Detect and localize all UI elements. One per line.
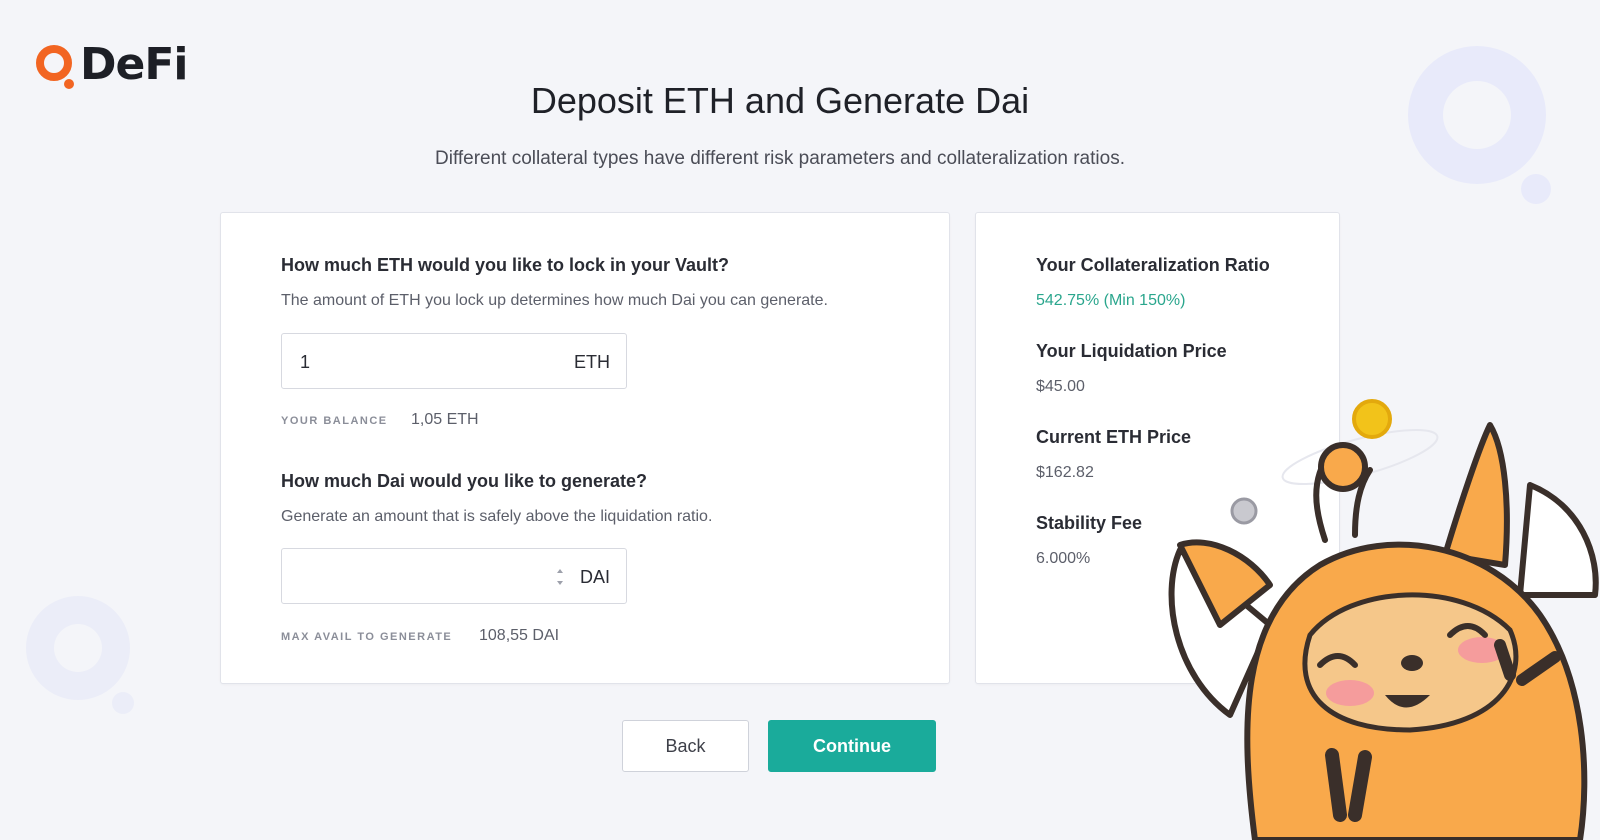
dai-amount-input[interactable]: DAI xyxy=(281,548,627,604)
eth-unit-label: ETH xyxy=(574,352,610,372)
continue-button[interactable]: Continue xyxy=(768,720,936,772)
liquidation-price-label: Your Liquidation Price xyxy=(1036,341,1227,361)
balance-value: 1,05 ETH xyxy=(411,411,479,428)
decor-ring-bottom-left-hole xyxy=(54,624,102,672)
dai-description: Generate an amount that is safely above … xyxy=(281,508,713,525)
page-subtitle: Different collateral types have differen… xyxy=(435,148,1125,169)
page-title: Deposit ETH and Generate Dai xyxy=(530,80,1030,121)
dai-unit-label: DAI xyxy=(579,567,610,587)
stability-fee-value: 6.000% xyxy=(1036,550,1091,567)
eth-amount-input[interactable]: 1 ETH xyxy=(281,333,627,389)
eth-input-value: 1 xyxy=(300,352,311,372)
decor-dot-bottom-left xyxy=(112,692,134,714)
eth-price-value: $162.82 xyxy=(1036,464,1094,481)
number-spinner-icon[interactable] xyxy=(556,569,564,585)
mascot-illustration xyxy=(1168,399,1599,840)
back-button[interactable]: Back xyxy=(622,720,749,772)
collateral-ratio-label: Your Collateralization Ratio xyxy=(1036,255,1270,275)
stability-fee-label: Stability Fee xyxy=(1036,513,1143,533)
eth-description: The amount of ETH you lock up determines… xyxy=(281,292,828,309)
decor-dot-top-right xyxy=(1521,174,1551,204)
max-avail-label: MAX AVAIL TO GENERATE xyxy=(281,631,453,643)
eth-question: How much ETH would you like to lock in y… xyxy=(281,255,730,275)
max-avail-value: 108,55 DAI xyxy=(479,627,560,644)
collateral-ratio-value: 542.75% (Min 150%) xyxy=(1036,292,1186,309)
liquidation-price-value: $45.00 xyxy=(1036,378,1085,395)
balance-label: YOUR BALANCE xyxy=(281,415,388,427)
dai-question: How much Dai would you like to generate? xyxy=(281,471,648,491)
deposit-card: How much ETH would you like to lock in y… xyxy=(220,212,950,684)
